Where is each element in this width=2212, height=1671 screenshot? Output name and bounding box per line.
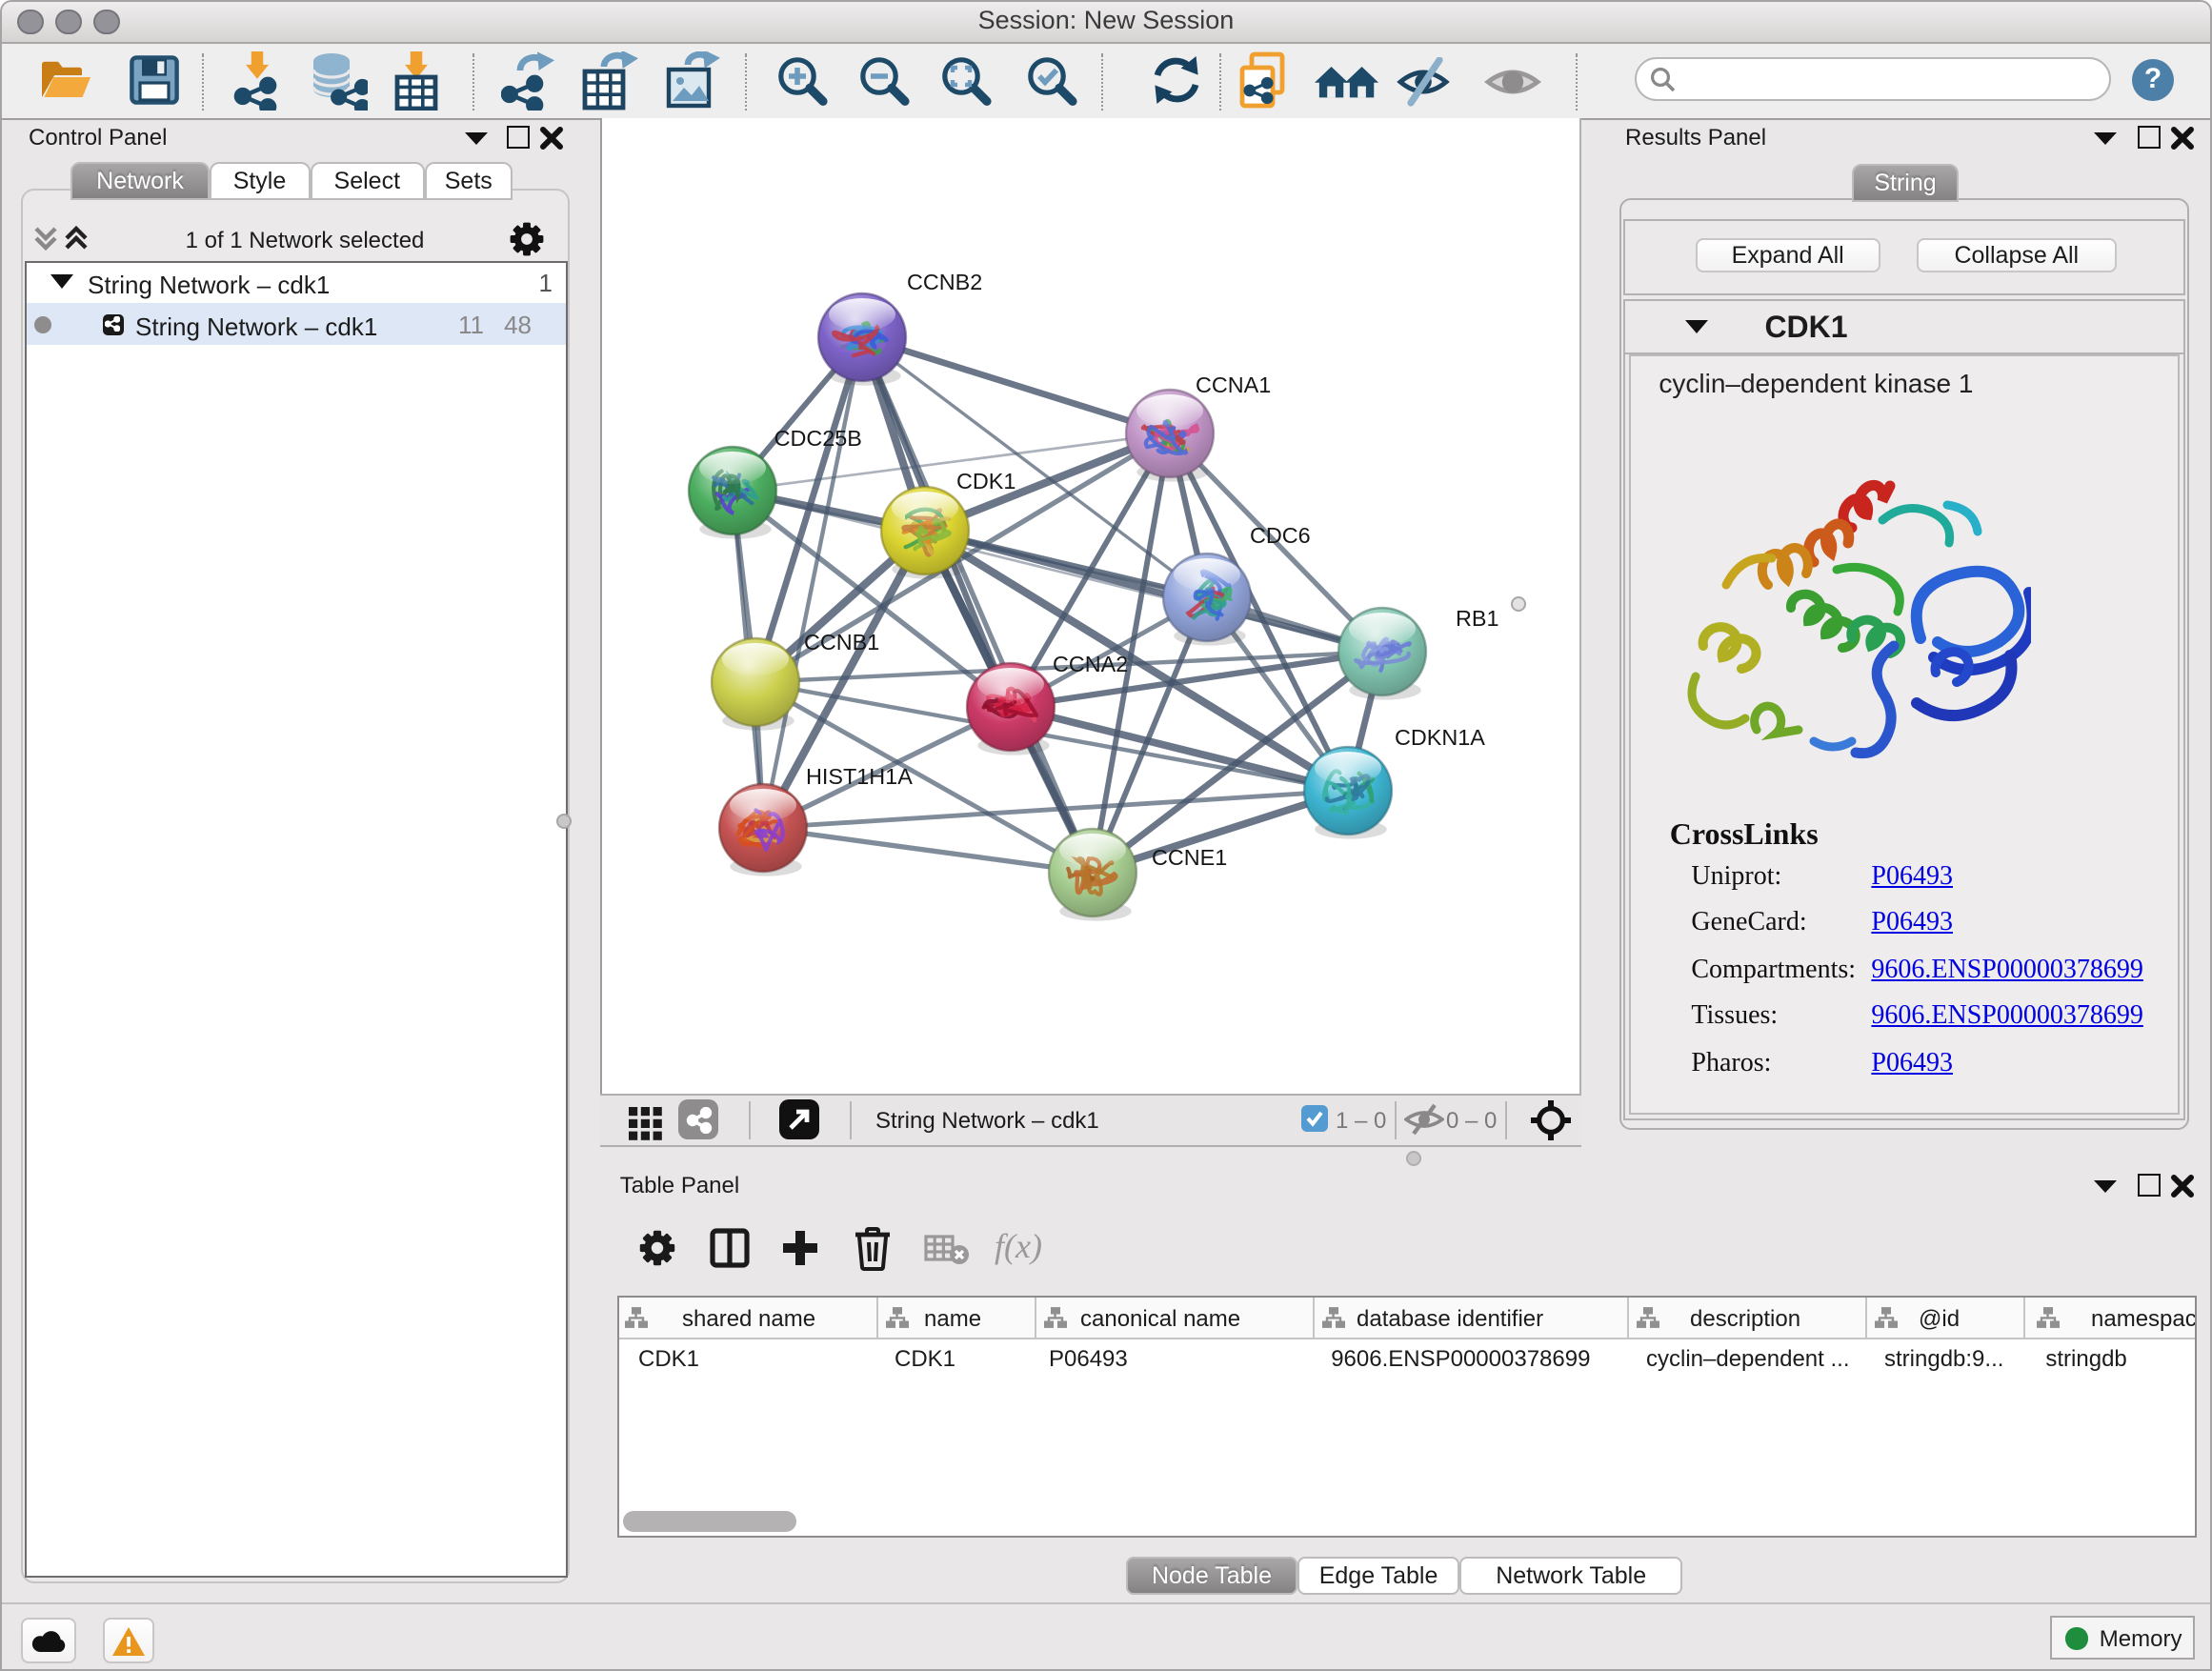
svg-text:CDK1: CDK1	[955, 469, 1015, 493]
svg-text:CCNB1: CCNB1	[803, 630, 878, 654]
svg-text:CDC25B: CDC25B	[774, 426, 861, 451]
svg-text:CCNE1: CCNE1	[1151, 845, 1226, 870]
svg-text:CCNA1: CCNA1	[1195, 372, 1270, 397]
svg-text:CCNB2: CCNB2	[906, 270, 981, 294]
svg-text:CDKN1A: CDKN1A	[1394, 725, 1484, 750]
svg-text:CDC6: CDC6	[1249, 523, 1310, 548]
svg-text:CCNA2: CCNA2	[1052, 652, 1127, 676]
svg-text:HIST1H1A: HIST1H1A	[805, 764, 912, 789]
svg-text:RB1: RB1	[1455, 606, 1498, 631]
